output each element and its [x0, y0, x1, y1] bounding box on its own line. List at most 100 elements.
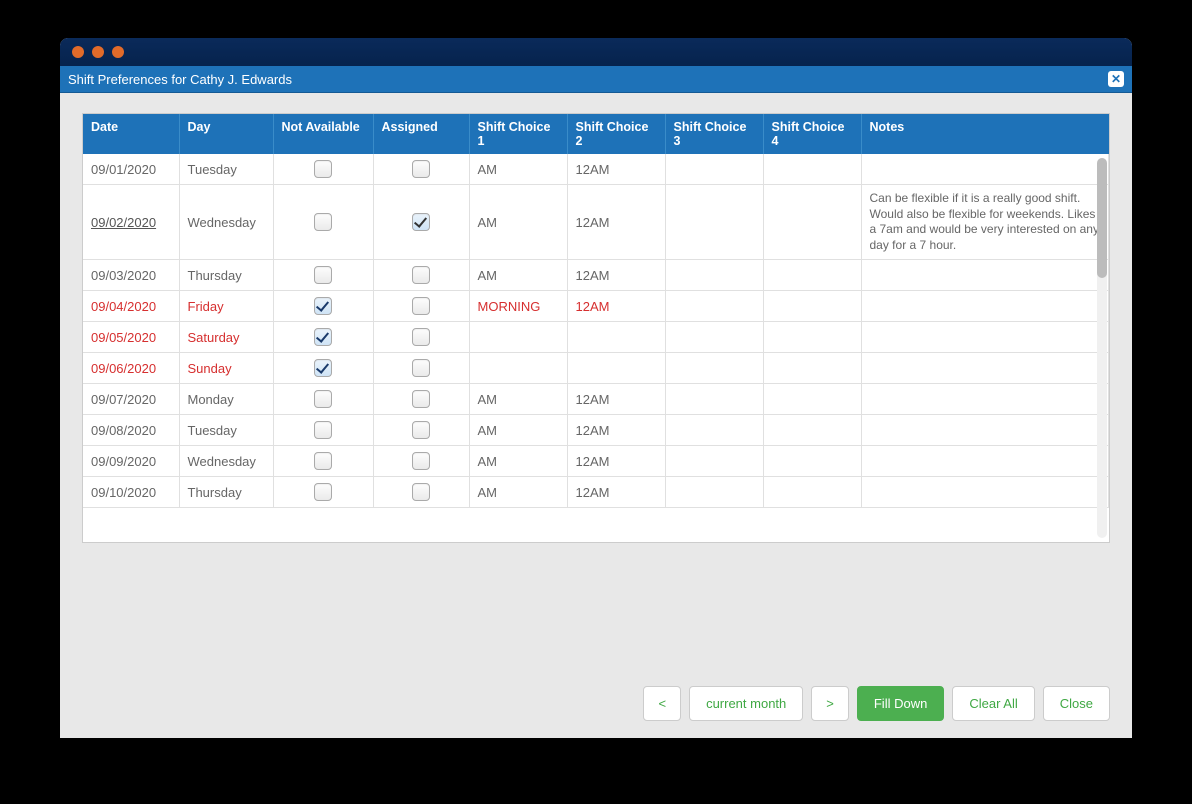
cell-choice-2[interactable]: 12AM [567, 291, 665, 322]
cell-notes[interactable] [861, 446, 1109, 477]
cell-choice-3[interactable] [665, 384, 763, 415]
cell-choice-2[interactable]: 12AM [567, 384, 665, 415]
assigned-checkbox[interactable] [412, 213, 430, 231]
header-assigned[interactable]: Assigned [373, 114, 469, 154]
cell-notes[interactable] [861, 291, 1109, 322]
cell-choice-1[interactable]: AM [469, 260, 567, 291]
table-row[interactable]: 09/10/2020ThursdayAM12AM [83, 477, 1109, 508]
cell-choice-3[interactable] [665, 353, 763, 384]
table-row[interactable]: 09/06/2020Sunday [83, 353, 1109, 384]
not-available-checkbox[interactable] [314, 297, 332, 315]
header-date[interactable]: Date [83, 114, 179, 154]
assigned-checkbox[interactable] [412, 390, 430, 408]
cell-choice-2[interactable]: 12AM [567, 260, 665, 291]
traffic-light-minimize[interactable] [92, 46, 104, 58]
header-day[interactable]: Day [179, 114, 273, 154]
cell-choice-1[interactable]: AM [469, 477, 567, 508]
next-month-button[interactable]: > [811, 686, 849, 721]
cell-choice-4[interactable] [763, 415, 861, 446]
table-row[interactable]: 09/01/2020TuesdayAM12AM [83, 154, 1109, 185]
assigned-checkbox[interactable] [412, 421, 430, 439]
cell-notes[interactable] [861, 415, 1109, 446]
cell-notes[interactable] [861, 477, 1109, 508]
cell-choice-4[interactable] [763, 154, 861, 185]
cell-choice-3[interactable] [665, 154, 763, 185]
cell-choice-4[interactable] [763, 260, 861, 291]
cell-choice-3[interactable] [665, 477, 763, 508]
header-choice-3[interactable]: Shift Choice 3 [665, 114, 763, 154]
not-available-checkbox[interactable] [314, 483, 332, 501]
cell-choice-1[interactable]: AM [469, 154, 567, 185]
table-row[interactable]: 09/07/2020MondayAM12AM [83, 384, 1109, 415]
cell-choice-4[interactable] [763, 446, 861, 477]
current-month-button[interactable]: current month [689, 686, 803, 721]
clear-all-button[interactable]: Clear All [952, 686, 1034, 721]
cell-choice-3[interactable] [665, 322, 763, 353]
cell-notes[interactable] [861, 353, 1109, 384]
cell-choice-1[interactable]: AM [469, 446, 567, 477]
assigned-checkbox[interactable] [412, 483, 430, 501]
cell-choice-4[interactable] [763, 322, 861, 353]
cell-choice-2[interactable]: 12AM [567, 446, 665, 477]
cell-date[interactable]: 09/02/2020 [83, 185, 179, 260]
cell-choice-2[interactable]: 12AM [567, 154, 665, 185]
prev-month-button[interactable]: < [643, 686, 681, 721]
scroll-thumb[interactable] [1097, 158, 1107, 278]
cell-choice-4[interactable] [763, 477, 861, 508]
cell-notes[interactable] [861, 384, 1109, 415]
cell-choice-2[interactable] [567, 322, 665, 353]
cell-choice-1[interactable]: AM [469, 384, 567, 415]
header-choice-4[interactable]: Shift Choice 4 [763, 114, 861, 154]
cell-choice-2[interactable]: 12AM [567, 415, 665, 446]
close-button[interactable]: Close [1043, 686, 1110, 721]
table-row[interactable]: 09/02/2020WednesdayAM12AMCan be flexible… [83, 185, 1109, 260]
header-notes[interactable]: Notes [861, 114, 1109, 154]
cell-choice-3[interactable] [665, 291, 763, 322]
header-not-available[interactable]: Not Available [273, 114, 373, 154]
not-available-checkbox[interactable] [314, 359, 332, 377]
vertical-scrollbar[interactable] [1097, 158, 1107, 538]
cell-choice-4[interactable] [763, 185, 861, 260]
fill-down-button[interactable]: Fill Down [857, 686, 944, 721]
cell-notes[interactable]: Can be flexible if it is a really good s… [861, 185, 1109, 260]
cell-choice-1[interactable]: MORNING [469, 291, 567, 322]
not-available-checkbox[interactable] [314, 328, 332, 346]
table-row[interactable]: 09/05/2020Saturday [83, 322, 1109, 353]
cell-choice-1[interactable]: AM [469, 415, 567, 446]
cell-choice-4[interactable] [763, 384, 861, 415]
cell-choice-3[interactable] [665, 415, 763, 446]
not-available-checkbox[interactable] [314, 421, 332, 439]
cell-choice-1[interactable] [469, 322, 567, 353]
assigned-checkbox[interactable] [412, 297, 430, 315]
cell-notes[interactable] [861, 154, 1109, 185]
traffic-light-zoom[interactable] [112, 46, 124, 58]
table-row[interactable]: 09/08/2020TuesdayAM12AM [83, 415, 1109, 446]
not-available-checkbox[interactable] [314, 213, 332, 231]
cell-choice-3[interactable] [665, 185, 763, 260]
cell-choice-3[interactable] [665, 260, 763, 291]
cell-choice-1[interactable]: AM [469, 185, 567, 260]
assigned-checkbox[interactable] [412, 328, 430, 346]
cell-notes[interactable] [861, 322, 1109, 353]
cell-choice-3[interactable] [665, 446, 763, 477]
cell-choice-2[interactable]: 12AM [567, 477, 665, 508]
cell-notes[interactable] [861, 260, 1109, 291]
traffic-light-close[interactable] [72, 46, 84, 58]
dialog-close-button[interactable]: ✕ [1108, 71, 1124, 87]
cell-choice-4[interactable] [763, 291, 861, 322]
not-available-checkbox[interactable] [314, 452, 332, 470]
assigned-checkbox[interactable] [412, 359, 430, 377]
cell-choice-1[interactable] [469, 353, 567, 384]
header-choice-2[interactable]: Shift Choice 2 [567, 114, 665, 154]
cell-choice-2[interactable] [567, 353, 665, 384]
table-row[interactable]: 09/09/2020WednesdayAM12AM [83, 446, 1109, 477]
assigned-checkbox[interactable] [412, 160, 430, 178]
not-available-checkbox[interactable] [314, 266, 332, 284]
assigned-checkbox[interactable] [412, 266, 430, 284]
table-row[interactable]: 09/04/2020FridayMORNING12AM [83, 291, 1109, 322]
assigned-checkbox[interactable] [412, 452, 430, 470]
cell-choice-2[interactable]: 12AM [567, 185, 665, 260]
not-available-checkbox[interactable] [314, 160, 332, 178]
header-choice-1[interactable]: Shift Choice 1 [469, 114, 567, 154]
table-row[interactable]: 09/03/2020ThursdayAM12AM [83, 260, 1109, 291]
